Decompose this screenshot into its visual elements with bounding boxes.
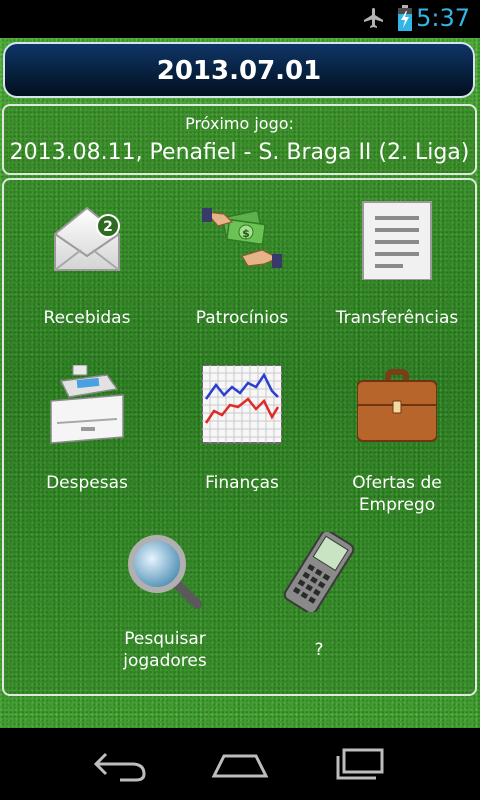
document-icon (362, 201, 432, 280)
menu-item-label: Ofertas de Emprego (352, 473, 442, 515)
cash-register-icon (50, 365, 124, 444)
menu-item-patrocinios[interactable]: $ Patrocínios (167, 200, 317, 330)
home-icon[interactable] (210, 746, 270, 782)
line-chart-icon (202, 365, 282, 444)
menu-item-transferencias[interactable]: Transferências (322, 200, 472, 330)
magnifier-icon (128, 535, 202, 609)
date-header: 2013.07.01 (3, 42, 475, 98)
mail-badge: 2 (103, 219, 113, 235)
svg-text:$: $ (242, 227, 250, 240)
status-time: 5:37 (416, 4, 470, 32)
menu-item-recebidas[interactable]: 2 Recebidas (12, 200, 162, 330)
menu-item-label-line2: jogadores (123, 651, 207, 671)
briefcase-icon (357, 369, 437, 442)
main-menu-panel: 2 Recebidas $ Patrocínios Transferências (2, 178, 477, 696)
current-date: 2013.07.01 (156, 56, 322, 86)
next-game-label: Próximo jogo: (185, 114, 294, 133)
menu-item-label-line1: Pesquisar (124, 629, 206, 649)
money-hands-icon: $ (202, 208, 282, 268)
menu-item-unknown[interactable]: ? (244, 532, 394, 662)
mail-envelope-icon: 2 (54, 206, 120, 271)
menu-item-label: Recebidas (43, 308, 131, 328)
menu-item-financas[interactable]: Finanças (167, 365, 317, 495)
menu-item-label: ? (314, 640, 324, 660)
menu-item-label: Despesas (46, 473, 128, 493)
back-icon[interactable] (90, 746, 150, 782)
menu-item-label: Patrocínios (195, 308, 289, 328)
mobile-phone-icon (283, 532, 355, 612)
next-game-panel[interactable]: Próximo jogo: 2013.08.11, Penafiel - S. … (2, 104, 477, 175)
status-bar: 5:37 (0, 0, 480, 38)
menu-item-label: Transferências (335, 308, 459, 328)
menu-item-pesquisar-jogadores[interactable]: Pesquisar jogadores (90, 532, 240, 672)
battery-charging-icon (398, 5, 412, 31)
next-game-match: 2013.08.11, Penafiel - S. Braga II (2. L… (9, 140, 470, 165)
airplane-mode-icon (364, 8, 383, 28)
menu-item-ofertas-de-emprego[interactable]: Ofertas de Emprego (322, 365, 472, 515)
recent-apps-icon[interactable] (330, 746, 390, 782)
menu-item-despesas[interactable]: Despesas (12, 365, 162, 495)
navigation-bar (0, 728, 480, 800)
menu-item-label: Finanças (205, 473, 279, 493)
